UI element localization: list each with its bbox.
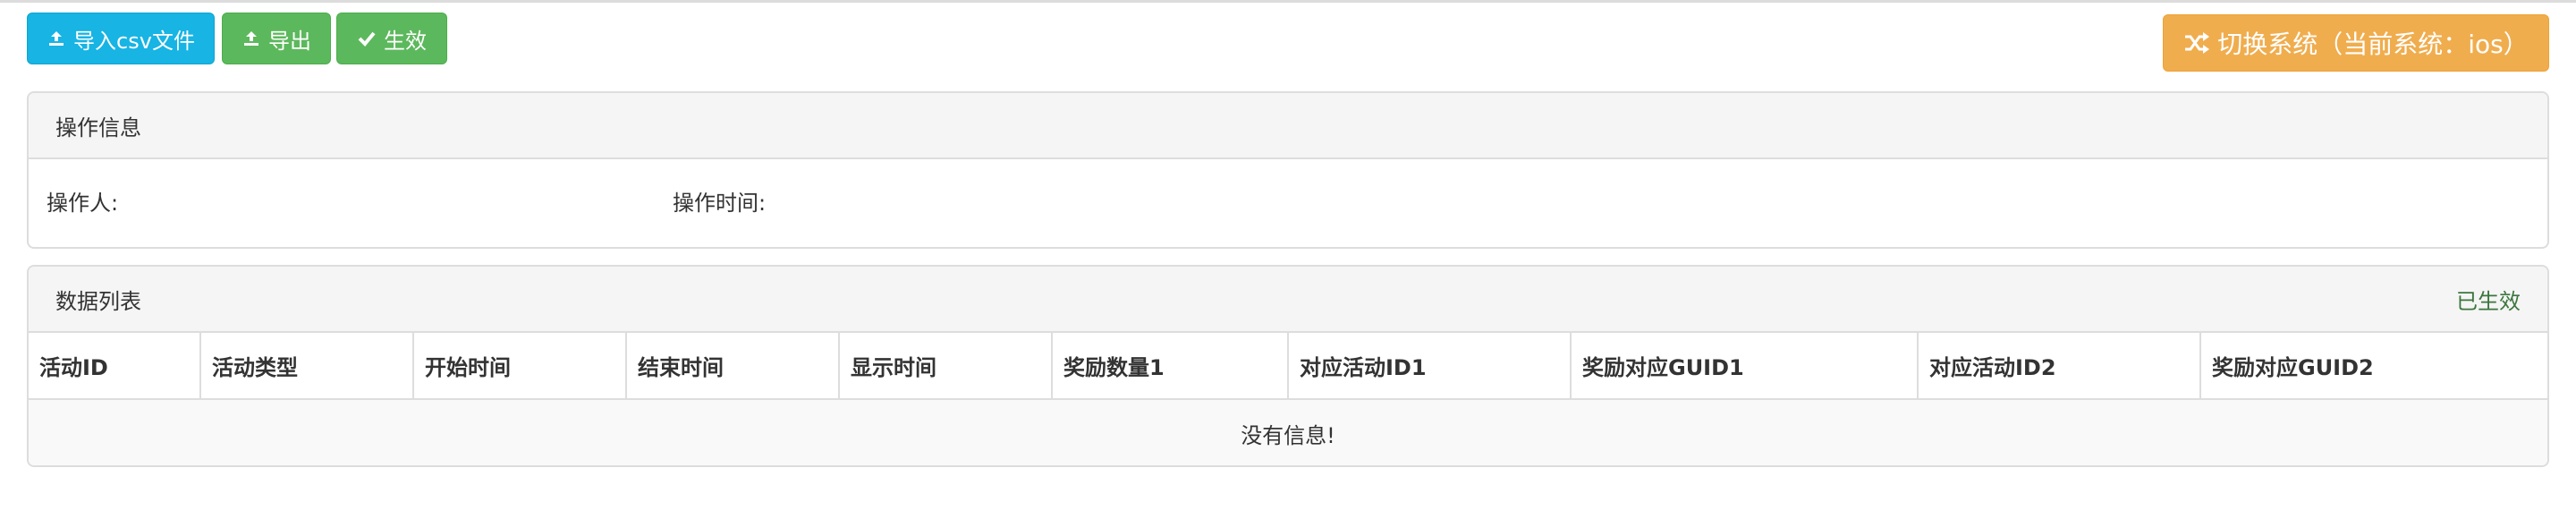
import-csv-button[interactable]: 导入csv文件 <box>27 13 215 64</box>
column-header-reward-count-1[interactable]: 奖励数量1 <box>1052 333 1289 400</box>
operation-info-body: 操作人: 操作时间: <box>29 159 2547 242</box>
column-header-activity-id-1[interactable]: 对应活动ID1 <box>1288 333 1572 400</box>
import-csv-label: 导入csv文件 <box>73 28 195 54</box>
table-header-row: 活动ID 活动类型 开始时间 结束时间 显示时间 奖励数量1 对应活动ID1 奖… <box>29 333 2547 400</box>
data-list-heading: 数据列表 已生效 <box>29 267 2547 333</box>
apply-button[interactable]: 生效 <box>336 13 447 64</box>
column-header-activity-id[interactable]: 活动ID <box>29 333 201 400</box>
operation-time-label: 操作时间: <box>673 190 767 216</box>
status-badge: 已生效 <box>2456 288 2521 314</box>
upload-icon <box>242 29 261 48</box>
operation-info-panel: 操作信息 操作人: 操作时间: <box>27 91 2549 249</box>
apply-label: 生效 <box>384 28 427 54</box>
operator-label: 操作人: <box>47 190 119 216</box>
column-header-start-time[interactable]: 开始时间 <box>413 333 627 400</box>
operation-info-title: 操作信息 <box>55 115 141 140</box>
top-border <box>0 0 2576 3</box>
export-button[interactable]: 导出 <box>222 13 331 64</box>
data-list-panel: 数据列表 已生效 活动ID 活动类型 开始时间 结束时间 显示时间 奖励数量1 … <box>27 265 2549 467</box>
column-header-display-time[interactable]: 显示时间 <box>839 333 1053 400</box>
empty-message: 没有信息! <box>29 399 2547 465</box>
export-label: 导出 <box>268 28 311 54</box>
switch-system-label: 切换系统（当前系统：ios） <box>2217 30 2529 59</box>
data-table: 活动ID 活动类型 开始时间 结束时间 显示时间 奖励数量1 对应活动ID1 奖… <box>29 333 2547 465</box>
check-icon <box>357 29 377 48</box>
operation-info-heading: 操作信息 <box>29 93 2547 159</box>
switch-system-button[interactable]: 切换系统（当前系统：ios） <box>2163 14 2549 72</box>
upload-icon <box>47 29 66 48</box>
column-header-reward-guid-1[interactable]: 奖励对应GUID1 <box>1571 333 1919 400</box>
column-header-activity-type[interactable]: 活动类型 <box>200 333 414 400</box>
column-header-reward-guid-2[interactable]: 奖励对应GUID2 <box>2200 333 2547 400</box>
data-list-title: 数据列表 <box>55 288 141 314</box>
column-header-end-time[interactable]: 结束时间 <box>626 333 840 400</box>
column-header-activity-id-2[interactable]: 对应活动ID2 <box>1918 333 2201 400</box>
table-row-empty: 没有信息! <box>29 399 2547 465</box>
shuffle-icon <box>2183 31 2210 55</box>
